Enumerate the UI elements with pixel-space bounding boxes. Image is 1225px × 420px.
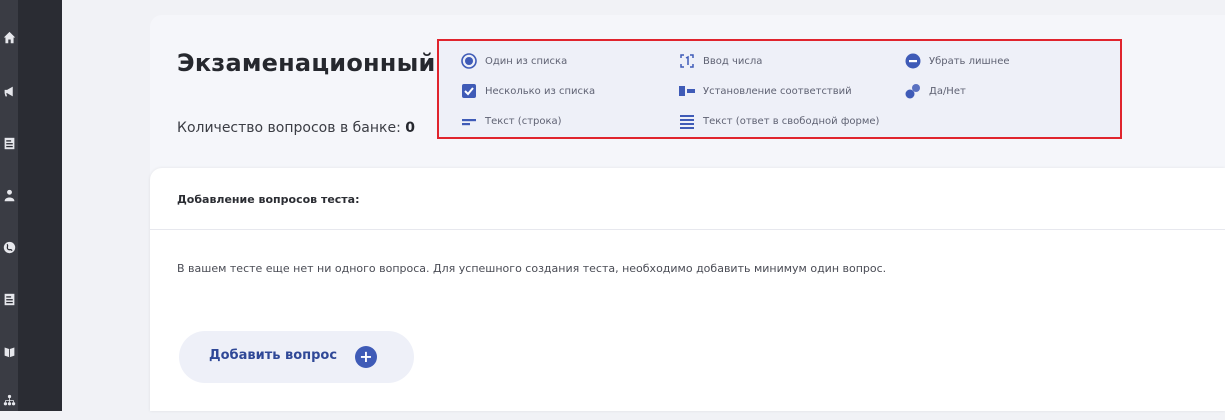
type-label: Один из списка [485,55,568,67]
questions-card: Добавление вопросов теста: В вашем тесте… [150,168,1225,411]
type-number-input[interactable]: Ввод числа [679,53,762,69]
number-input-icon [680,54,694,68]
type-label: Текст (ответ в свободной форме) [703,115,880,127]
sidebar [0,0,62,411]
type-free-text[interactable]: Текст (ответ в свободной форме) [679,113,879,129]
home-icon [3,31,15,43]
type-remove-extra[interactable]: Убрать лишнее [905,53,1010,69]
type-multiple-choice[interactable]: Несколько из списка [461,83,595,99]
plus-icon: + [355,346,377,368]
text-line-icon [462,119,476,126]
question-types-panel: Один из списка Несколько из списка Текст… [437,39,1122,139]
page-title: Экзаменационный [177,49,436,77]
users-icon [4,189,14,201]
sidebar-item-globe[interactable] [0,227,18,267]
type-label: Убрать лишнее [929,55,1010,67]
sidebar-item-documents[interactable] [0,123,18,163]
yes-no-icon [905,84,920,99]
book-icon [4,346,14,357]
bank-count-label: Количество вопросов в банке: [177,120,401,136]
question-bank-count: Количество вопросов в банке: 0 [177,120,415,136]
empty-state-message: В вашем тесте еще нет ни одного вопроса.… [177,262,887,275]
org-icon [3,394,15,405]
test-header-card: Экзаменационный Количество вопросов в ба… [150,15,1225,180]
sidebar-item-users[interactable] [0,175,18,215]
matching-icon [679,86,695,96]
type-text-line[interactable]: Текст (строка) [461,113,562,129]
type-yes-no[interactable]: Да/Нет [905,83,966,99]
type-label: Ввод числа [703,55,763,67]
type-label: Установление соответствий [703,85,852,97]
type-single-choice[interactable]: Один из списка [461,53,567,69]
checkbox-icon [462,84,476,98]
sidebar-item-structure[interactable] [0,380,18,420]
section-title: Добавление вопросов теста: [177,193,360,206]
add-question-button[interactable]: Добавить вопрос + [179,331,414,383]
document-icon [4,137,14,149]
sidebar-item-announcements[interactable] [0,71,18,111]
document-icon [4,293,14,305]
bank-count-value: 0 [405,120,415,136]
type-matching[interactable]: Установление соответствий [679,83,852,99]
add-question-label: Добавить вопрос [209,348,338,363]
radio-icon [461,53,477,69]
sidebar-item-documents-2[interactable] [0,279,18,319]
type-label: Несколько из списка [485,85,596,97]
type-label: Да/Нет [929,85,966,97]
globe-icon [3,241,15,253]
type-label: Текст (строка) [485,115,562,127]
megaphone-icon [4,86,13,96]
sidebar-item-home[interactable] [0,17,18,57]
divider [150,229,1225,230]
remove-extra-icon [905,53,921,69]
text-block-icon [680,115,694,129]
sidebar-item-library[interactable] [0,331,18,371]
